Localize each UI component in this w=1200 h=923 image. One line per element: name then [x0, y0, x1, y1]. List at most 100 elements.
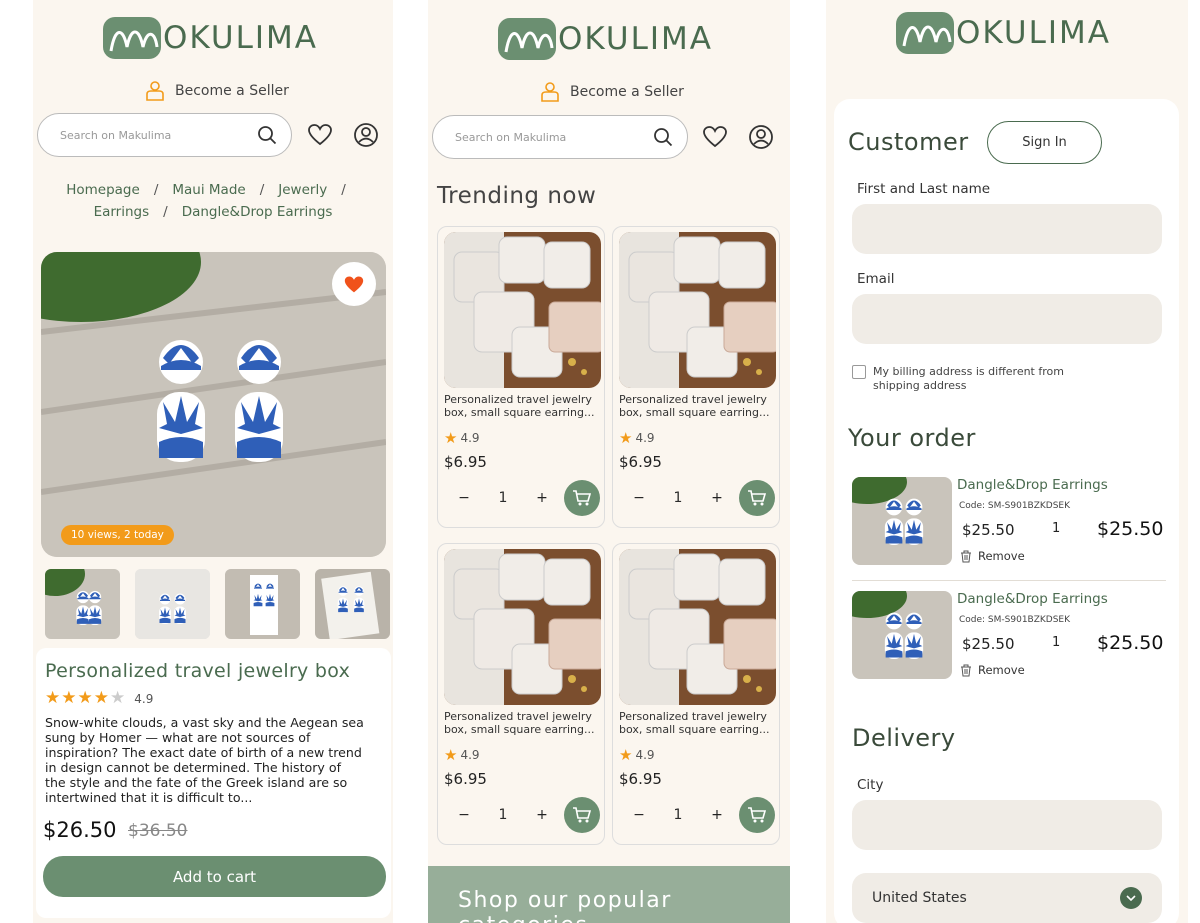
email-field[interactable]	[852, 294, 1162, 344]
product-name[interactable]: Personalized travel jewelry box, small sq…	[619, 394, 777, 419]
brand-logo[interactable]: OKULIMA	[498, 18, 713, 60]
quantity-value[interactable]: 1	[674, 490, 683, 506]
star-icon: ★	[444, 746, 458, 764]
order-item-total: $25.50	[1097, 518, 1164, 540]
become-seller-label: Become a Seller	[175, 83, 289, 99]
product-image[interactable]	[619, 232, 776, 388]
sign-in-button[interactable]: Sign In	[987, 121, 1102, 164]
order-item-qty[interactable]: 1	[1052, 521, 1060, 536]
increase-button[interactable]: +	[532, 807, 552, 823]
increase-button[interactable]: +	[707, 807, 727, 823]
search-icon[interactable]	[653, 127, 673, 147]
product-name-line2: box, small square earring...	[444, 406, 595, 419]
increase-button[interactable]: +	[532, 490, 552, 506]
become-seller-link[interactable]: Become a Seller	[540, 81, 684, 103]
search-bar[interactable]	[37, 113, 292, 157]
delivery-heading: Delivery	[852, 724, 956, 752]
quantity-stepper: − 1 +	[448, 483, 558, 513]
add-to-cart-button[interactable]	[564, 797, 600, 833]
product-card[interactable]: Personalized travel jewelry box, small sq…	[612, 226, 780, 528]
order-item-total: $25.50	[1097, 632, 1164, 654]
product-card[interactable]: Personalized travel jewelry box, small sq…	[437, 543, 605, 845]
product-rating: ★ 4.9	[444, 746, 480, 764]
add-to-cart-button[interactable]: Add to cart	[43, 856, 386, 897]
breadcrumb-earrings[interactable]: Earrings	[94, 204, 150, 220]
city-field[interactable]	[852, 800, 1162, 850]
product-name[interactable]: Personalized travel jewelry box, small sq…	[619, 711, 777, 736]
product-image[interactable]	[444, 549, 601, 705]
remove-button[interactable]: Remove	[960, 549, 1025, 563]
order-item-name[interactable]: Dangle&Drop Earrings	[957, 477, 1108, 493]
favorites-heart-icon[interactable]	[702, 124, 728, 150]
decrease-button[interactable]: −	[629, 490, 649, 506]
remove-button[interactable]: Remove	[960, 663, 1025, 677]
cart-icon	[573, 490, 592, 506]
product-info-card: Personalized travel jewelry box ★ ★ ★ ★ …	[36, 648, 391, 918]
product-card[interactable]: Personalized travel jewelry box, small sq…	[437, 226, 605, 528]
search-input[interactable]	[60, 128, 257, 142]
product-main-image[interactable]: 10 views, 2 today	[41, 252, 386, 557]
product-screen: OKULIMA Become a Seller Homepage/Maui Ma…	[33, 0, 393, 923]
account-icon[interactable]	[748, 124, 774, 150]
star-icon: ★	[444, 429, 458, 447]
breadcrumb: Homepage / Maui Made / Jewerly / Earrings / Dan…	[33, 179, 393, 223]
decrease-button[interactable]: −	[454, 490, 474, 506]
product-price: $26.50	[43, 818, 117, 842]
breadcrumb-jewelry[interactable]: Jewerly	[278, 182, 327, 198]
product-description: Snow-white clouds, a vast sky and the Ae…	[45, 715, 364, 805]
product-image[interactable]	[619, 549, 776, 705]
thumbnail[interactable]	[135, 569, 210, 639]
add-to-cart-button[interactable]	[564, 480, 600, 516]
decrease-button[interactable]: −	[629, 807, 649, 823]
order-item: Dangle&Drop Earrings Code: SM-S901BZKDSE…	[852, 591, 1172, 683]
increase-button[interactable]: +	[707, 490, 727, 506]
name-field[interactable]	[852, 204, 1162, 254]
country-select[interactable]: United States	[852, 873, 1162, 923]
quantity-value[interactable]: 1	[499, 807, 508, 823]
star-icon: ★	[619, 429, 633, 447]
order-item-name[interactable]: Dangle&Drop Earrings	[957, 591, 1108, 607]
name-label: First and Last name	[857, 181, 991, 197]
remove-label: Remove	[978, 549, 1025, 563]
quantity-stepper: − 1 +	[448, 800, 558, 830]
brand-logo[interactable]: OKULIMA	[896, 12, 1111, 54]
logo-mark	[103, 17, 161, 59]
order-item-image[interactable]	[852, 591, 952, 679]
thumbnail[interactable]	[45, 569, 120, 639]
seller-icon	[146, 81, 164, 101]
product-name[interactable]: Personalized travel jewelry box, small sq…	[444, 394, 602, 419]
add-to-cart-button[interactable]	[739, 480, 775, 516]
product-name-line2: box, small square earring...	[619, 406, 770, 419]
product-image[interactable]	[444, 232, 601, 388]
breadcrumb-homepage[interactable]: Homepage	[66, 182, 140, 198]
thumbnail[interactable]	[315, 569, 390, 639]
product-rating: ★ 4.9	[619, 746, 655, 764]
product-name[interactable]: Personalized travel jewelry box, small sq…	[444, 711, 602, 736]
search-icon[interactable]	[257, 125, 277, 145]
star-icon: ★	[77, 688, 93, 708]
star-icon: ★	[61, 688, 77, 708]
brand-logo[interactable]: OKULIMA	[103, 17, 318, 59]
become-seller-link[interactable]: Become a Seller	[145, 80, 289, 102]
order-item-qty[interactable]: 1	[1052, 635, 1060, 650]
billing-checkbox[interactable]	[852, 365, 866, 379]
product-card[interactable]: Personalized travel jewelry box, small sq…	[612, 543, 780, 845]
product-price: $6.95	[444, 453, 487, 471]
search-input[interactable]	[455, 130, 653, 144]
search-bar[interactable]	[432, 115, 688, 159]
city-label: City	[857, 777, 884, 793]
account-icon[interactable]	[353, 122, 379, 148]
favorite-button[interactable]	[332, 262, 376, 306]
breadcrumb-maui-made[interactable]: Maui Made	[172, 182, 245, 198]
thumbnail[interactable]	[225, 569, 300, 639]
logo-mark	[498, 18, 556, 60]
chevron-down-icon[interactable]	[1120, 887, 1142, 909]
decrease-button[interactable]: −	[454, 807, 474, 823]
add-to-cart-button[interactable]	[739, 797, 775, 833]
quantity-value[interactable]: 1	[674, 807, 683, 823]
categories-banner[interactable]: Shop our popular categories	[428, 866, 790, 923]
quantity-value[interactable]: 1	[499, 490, 508, 506]
favorites-heart-icon[interactable]	[307, 122, 333, 148]
order-item-image[interactable]	[852, 477, 952, 565]
breadcrumb-current[interactable]: Dangle&Drop Earrings	[182, 204, 333, 220]
